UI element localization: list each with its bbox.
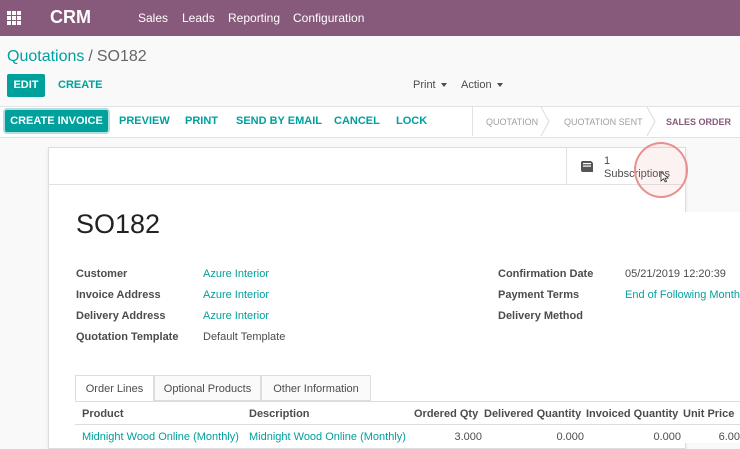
breadcrumb-quotations-link[interactable]: Quotations xyxy=(7,48,84,65)
delivery-address-label: Delivery Address xyxy=(76,310,166,322)
record-title: SO182 xyxy=(76,209,161,239)
column-header-description[interactable]: Description xyxy=(249,408,310,420)
print-dropdown-label: Print xyxy=(413,79,436,91)
print-button[interactable]: PRINT xyxy=(185,115,218,127)
action-dropdown-label: Action xyxy=(461,79,492,91)
delivery-address-value[interactable]: Azure Interior xyxy=(203,310,269,322)
stage-quotation[interactable]: QUOTATION xyxy=(486,117,538,127)
breadcrumb: Quotations / SO182 xyxy=(7,48,147,66)
app-brand: CRM xyxy=(50,7,91,27)
table-row-unit-price: 6.00 xyxy=(718,431,740,443)
column-header-ordered-qty[interactable]: Ordered Qty xyxy=(414,408,478,420)
lock-button[interactable]: LOCK xyxy=(396,115,427,127)
top-navbar: CRM Sales Leads Reporting Configuration xyxy=(0,0,740,36)
book-icon xyxy=(581,161,593,172)
column-header-product[interactable]: Product xyxy=(82,408,124,420)
preview-button[interactable]: PREVIEW xyxy=(119,115,170,127)
menu-sales[interactable]: Sales xyxy=(138,11,168,25)
quotation-template-value: Default Template xyxy=(203,331,286,343)
customer-label: Customer xyxy=(76,268,128,280)
invoice-address-label: Invoice Address xyxy=(76,289,161,301)
menu-reporting[interactable]: Reporting xyxy=(228,11,280,25)
apps-grid-icon[interactable] xyxy=(7,11,21,25)
menu-configuration[interactable]: Configuration xyxy=(293,11,364,25)
confirmation-date-label: Confirmation Date xyxy=(498,268,594,280)
mouse-pointer-icon xyxy=(660,171,669,183)
print-dropdown[interactable]: Print xyxy=(413,79,447,91)
action-dropdown[interactable]: Action xyxy=(461,79,503,91)
stage-chevron-icon xyxy=(646,107,656,136)
table-row-product[interactable]: Midnight Wood Online (Monthly) xyxy=(82,431,239,443)
tab-other-information[interactable]: Other Information xyxy=(261,375,371,401)
column-header-invoiced-quantity[interactable]: Invoiced Quantity xyxy=(586,408,678,420)
create-invoice-button[interactable]: CREATE INVOICE xyxy=(5,110,108,132)
customer-value[interactable]: Azure Interior xyxy=(203,268,269,280)
table-row-delivered-qty: 0.000 xyxy=(556,431,584,443)
subscriptions-count: 1 xyxy=(604,155,611,167)
column-header-unit-price[interactable]: Unit Price xyxy=(683,408,734,420)
tab-optional-products[interactable]: Optional Products xyxy=(154,375,261,401)
chevron-down-icon xyxy=(440,83,447,88)
stage-sales-order[interactable]: SALES ORDER xyxy=(666,117,731,127)
tab-order-lines[interactable]: Order Lines xyxy=(75,375,154,401)
stage-chevron-icon xyxy=(540,107,550,136)
table-row-invoiced-qty: 0.000 xyxy=(653,431,681,443)
quotation-template-label: Quotation Template xyxy=(76,331,179,343)
table-header-divider xyxy=(75,424,740,425)
button-box-divider xyxy=(48,184,684,185)
payment-terms-value[interactable]: End of Following Month xyxy=(625,289,740,301)
stage-quotation-sent[interactable]: QUOTATION SENT xyxy=(564,117,643,127)
menu-leads[interactable]: Leads xyxy=(182,11,215,25)
table-row-ordered-qty: 3.000 xyxy=(454,431,482,443)
breadcrumb-current: SO182 xyxy=(96,48,147,65)
column-header-delivered-quantity[interactable]: Delivered Quantity xyxy=(484,408,581,420)
invoice-address-value[interactable]: Azure Interior xyxy=(203,289,269,301)
table-row-description[interactable]: Midnight Wood Online (Monthly) xyxy=(249,431,406,443)
edit-button[interactable]: EDIT xyxy=(7,74,45,97)
create-button[interactable]: CREATE xyxy=(58,79,102,91)
confirmation-date-value: 05/21/2019 12:20:39 xyxy=(625,268,726,280)
chevron-down-icon xyxy=(496,83,503,88)
click-highlight-ring xyxy=(634,142,688,198)
delivery-method-label: Delivery Method xyxy=(498,310,583,322)
breadcrumb-separator: / xyxy=(88,48,93,65)
send-by-email-button[interactable]: SEND BY EMAIL xyxy=(236,115,322,127)
payment-terms-label: Payment Terms xyxy=(498,289,580,301)
cancel-button[interactable]: CANCEL xyxy=(334,115,380,127)
